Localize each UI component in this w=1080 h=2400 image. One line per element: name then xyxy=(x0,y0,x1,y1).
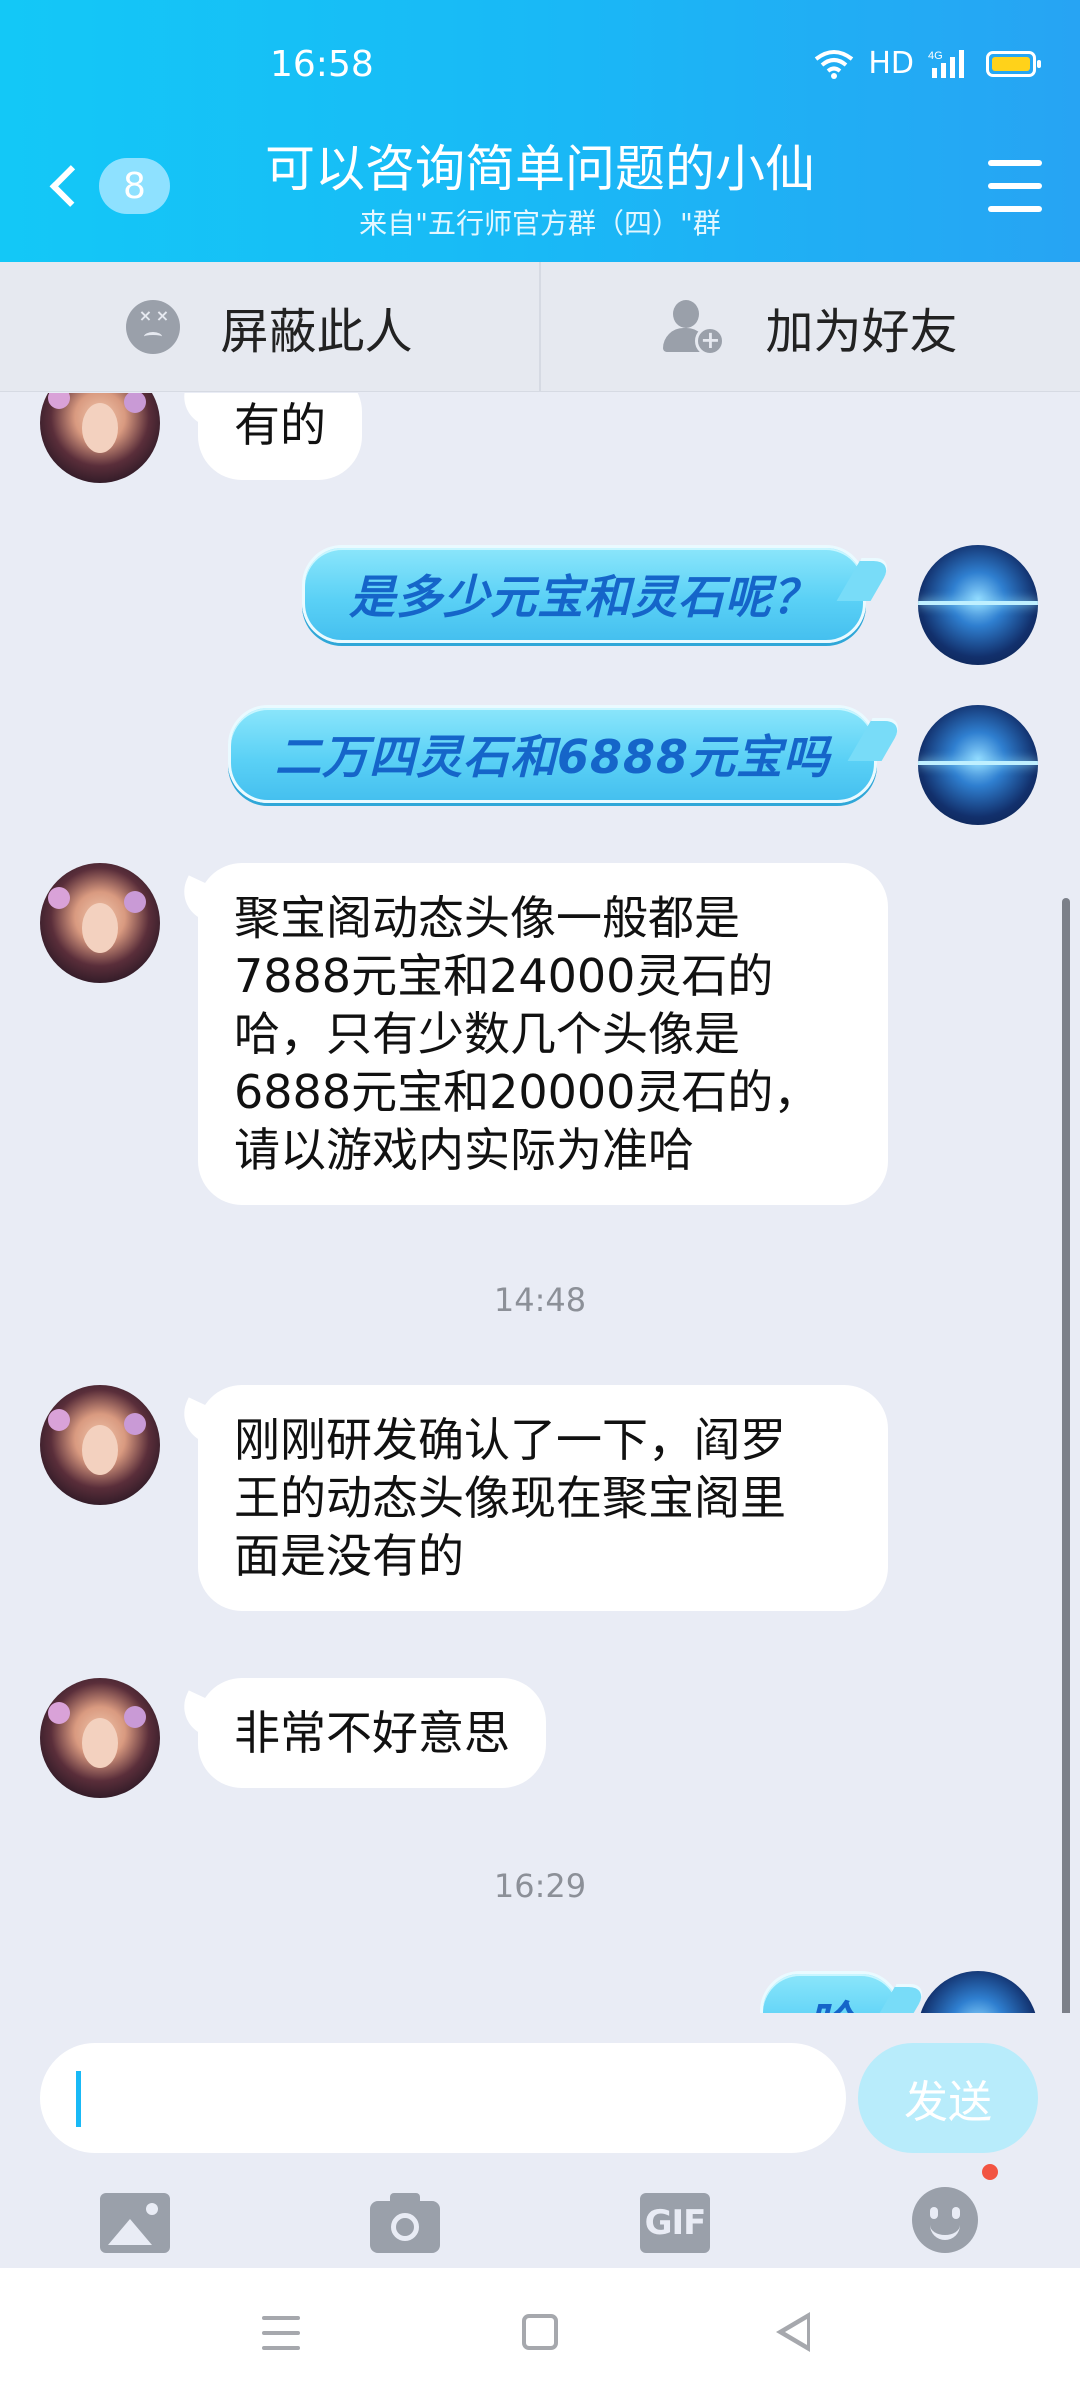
menu-button[interactable] xyxy=(988,160,1042,212)
emoji-icon[interactable] xyxy=(912,2187,978,2253)
wifi-icon xyxy=(815,49,854,79)
message-line: 王的动态头像现在聚宝阁里 xyxy=(234,1471,786,1525)
battery-icon xyxy=(986,50,1041,77)
camera-icon[interactable] xyxy=(370,2193,440,2253)
action-bar: 屏蔽此人 + 加为好友 xyxy=(0,262,1080,392)
contact-avatar[interactable] xyxy=(40,1385,160,1505)
my-avatar[interactable] xyxy=(918,705,1038,825)
svg-text:4G: 4G xyxy=(928,50,943,62)
title-block: 可以咨询简单问题的小仙 来自"五行师官方群（四）"群 xyxy=(200,138,880,242)
block-user-button[interactable]: 屏蔽此人 xyxy=(0,262,539,391)
message-timestamp: 14:48 xyxy=(493,1281,587,1319)
message-line: 请以游戏内实际为准哈 xyxy=(234,1123,694,1177)
unread-badge: 8 xyxy=(99,158,170,214)
message-line: 哈，只有少数几个头像是 xyxy=(234,1007,740,1061)
chat-title: 可以咨询简单问题的小仙 xyxy=(265,140,815,198)
image-icon[interactable] xyxy=(100,2193,170,2253)
add-friend-label: 加为好友 xyxy=(765,303,958,360)
contact-avatar[interactable] xyxy=(40,863,160,983)
message-bubble-incoming[interactable]: 非常不好意思 xyxy=(198,1678,546,1788)
add-friend-button[interactable]: + 加为好友 xyxy=(539,262,1080,391)
message-line: 面是没有的 xyxy=(234,1529,464,1583)
chat-header: 16:58 HD 4G 8 可以咨询简单问题的小仙 来自"五行师官方群（四）"群 xyxy=(0,0,1080,262)
message-text: 有的 xyxy=(234,398,326,452)
status-time: 16:58 xyxy=(270,44,374,85)
chat-message-list[interactable]: 有的 是多少元宝和灵石呢？ 二万四灵石和6888元宝吗 聚宝阁动态头像一般都是 … xyxy=(0,393,1080,2013)
message-text: 二万四灵石和6888元宝吗 xyxy=(275,730,831,784)
message-bubble-incoming[interactable]: 聚宝阁动态头像一般都是 7888元宝和24000灵石的 哈，只有少数几个头像是 … xyxy=(198,863,888,1205)
menu-icon xyxy=(988,160,1042,166)
message-input[interactable] xyxy=(40,2043,846,2153)
back-icon[interactable] xyxy=(776,2312,810,2352)
composer: 发送 GIF xyxy=(0,2013,1080,2268)
block-icon xyxy=(126,299,181,354)
block-user-label: 屏蔽此人 xyxy=(220,303,413,360)
back-button[interactable]: 8 xyxy=(40,148,170,224)
cell-signal-icon: 4G xyxy=(928,49,964,78)
chevron-left-icon xyxy=(49,165,92,207)
message-line: 聚宝阁动态头像一般都是 xyxy=(234,891,740,945)
message-line: 刚刚研发确认了一下，阎罗 xyxy=(234,1413,786,1467)
chat-subtitle: 来自"五行师官方群（四）"群 xyxy=(359,207,721,240)
notification-dot xyxy=(982,2164,998,2180)
message-text: 非常不好意思 xyxy=(234,1706,510,1760)
message-bubble-incoming[interactable]: 刚刚研发确认了一下，阎罗 王的动态头像现在聚宝阁里 面是没有的 xyxy=(198,1385,888,1611)
recents-icon[interactable] xyxy=(262,2316,300,2350)
my-avatar[interactable] xyxy=(918,545,1038,665)
hd-label: HD xyxy=(868,46,914,81)
send-button[interactable]: 发送 xyxy=(858,2043,1038,2153)
message-line: 7888元宝和24000灵石的 xyxy=(234,949,774,1003)
contact-avatar[interactable] xyxy=(40,1678,160,1798)
message-bubble-outgoing[interactable]: 二万四灵石和6888元宝吗 xyxy=(228,705,878,803)
message-timestamp: 16:29 xyxy=(493,1867,587,1905)
message-bubble-outgoing[interactable]: 是多少元宝和灵石呢？ xyxy=(302,545,866,643)
my-avatar[interactable] xyxy=(918,1971,1038,2013)
message-line: 6888元宝和20000灵石的， xyxy=(234,1065,820,1119)
gif-icon[interactable]: GIF xyxy=(640,2193,710,2253)
message-text: 哈 xyxy=(807,1987,854,2013)
system-nav-bar xyxy=(0,2268,1080,2400)
contact-avatar[interactable] xyxy=(40,393,160,483)
message-bubble-outgoing[interactable]: 哈 xyxy=(760,1971,901,2013)
message-text: 是多少元宝和灵石呢？ xyxy=(349,570,819,624)
add-friend-icon: + xyxy=(663,298,726,356)
home-icon[interactable] xyxy=(522,2314,558,2350)
text-caret xyxy=(76,2071,81,2127)
message-bubble-incoming[interactable]: 有的 xyxy=(198,393,362,480)
scrollbar[interactable] xyxy=(1062,898,1070,2013)
status-icons: HD 4G xyxy=(814,46,1041,81)
